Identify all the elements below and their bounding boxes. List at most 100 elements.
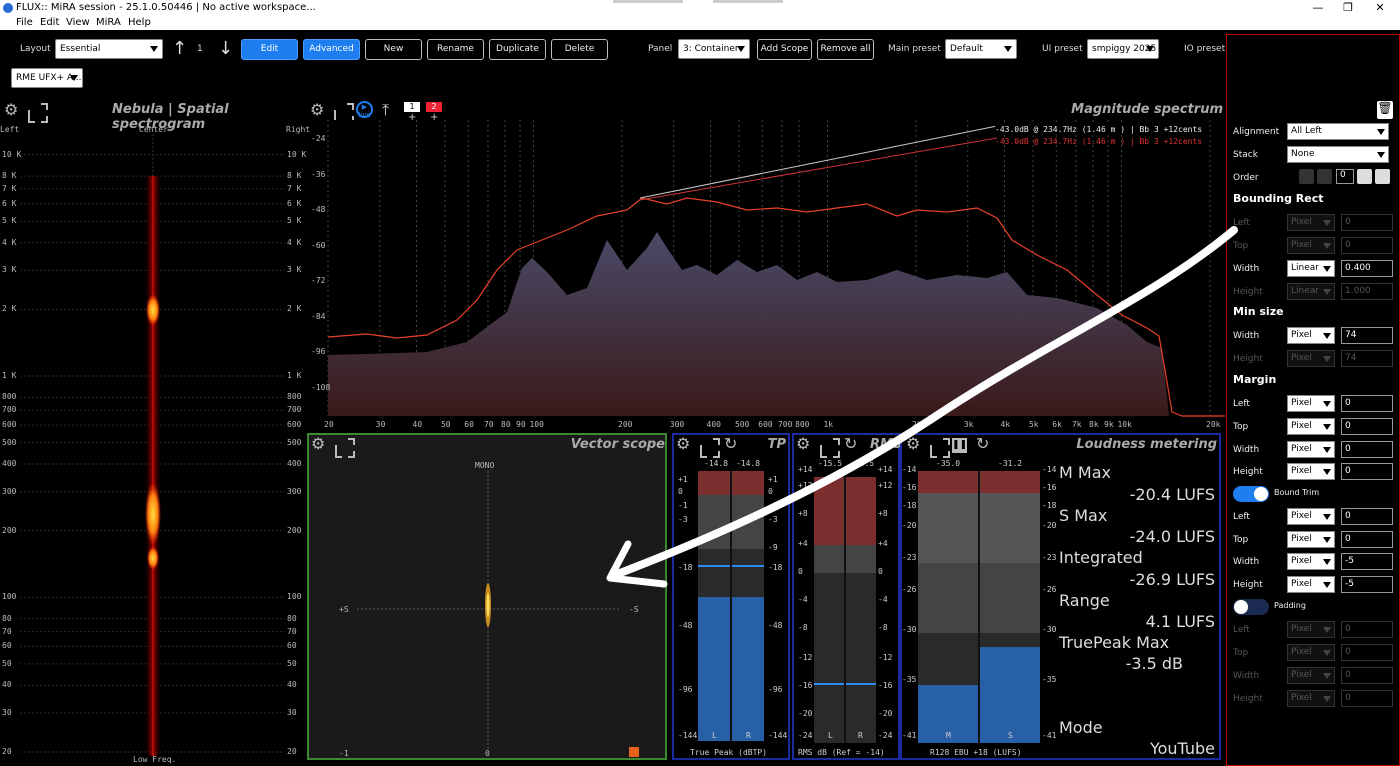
pad-left-input[interactable]: 0 — [1341, 621, 1393, 638]
bt-height-label: Height — [1233, 580, 1263, 590]
add-scope-button[interactable]: Add Scope — [757, 39, 812, 60]
gear-icon[interactable]: ⚙ — [310, 102, 324, 118]
bring-to-front-icon[interactable] — [1375, 169, 1390, 184]
margin-top-unit[interactable]: Pixel — [1287, 418, 1335, 435]
stack-select[interactable]: None — [1287, 146, 1389, 163]
pad-height-input[interactable]: 0 — [1341, 690, 1393, 707]
close-button[interactable]: ✕ — [1366, 0, 1394, 16]
pause-icon[interactable]: ❚❚ — [952, 438, 967, 453]
reset-icon[interactable]: ↻ — [724, 436, 737, 452]
padding-toggle[interactable] — [1233, 599, 1269, 615]
live-button[interactable]: ▶ live — [356, 101, 373, 119]
advanced-button[interactable]: Advanced — [303, 39, 360, 60]
gear-icon[interactable]: ⚙ — [676, 436, 690, 452]
unit-value: Pixel — [1291, 353, 1312, 363]
margin-height-input[interactable]: 0 — [1341, 463, 1393, 480]
gear-icon[interactable]: ⚙ — [4, 102, 18, 118]
nebula-tick-right: 300 — [287, 486, 302, 496]
bt-left-unit[interactable]: Pixel — [1287, 508, 1335, 525]
spectrum-x-tick: 70 — [483, 420, 494, 429]
br-height-unit[interactable]: Linear — [1287, 283, 1335, 300]
send-to-back-icon[interactable] — [1299, 169, 1314, 184]
br-width-unit[interactable]: Linear — [1287, 260, 1335, 277]
drag-handle[interactable] — [713, 0, 783, 3]
gear-icon[interactable]: ⚙ — [311, 436, 325, 452]
bt-top-input[interactable]: 0 — [1341, 531, 1393, 548]
edit-button[interactable]: Edit — [241, 39, 298, 60]
pad-width-unit[interactable]: Pixel — [1287, 667, 1335, 684]
trash-icon[interactable]: 🗑 — [1377, 101, 1393, 119]
gear-icon[interactable]: ⚙ — [906, 436, 920, 452]
bound-trim-toggle[interactable] — [1233, 486, 1269, 502]
menu-mira[interactable]: MiRA — [96, 17, 121, 28]
pad-left-unit[interactable]: Pixel — [1287, 621, 1335, 638]
margin-left-unit[interactable]: Pixel — [1287, 395, 1335, 412]
fullscreen-icon[interactable] — [28, 103, 44, 119]
br-top-input[interactable]: 0 — [1341, 237, 1393, 254]
margin-top-input[interactable]: 0 — [1341, 418, 1393, 435]
trace-1-badge[interactable]: 1 — [404, 102, 420, 112]
fullscreen-icon[interactable] — [334, 103, 350, 119]
order-input[interactable]: 0 — [1336, 169, 1354, 184]
nebula-tick-right: 400 — [287, 459, 302, 469]
br-width-input[interactable]: 0.400 — [1341, 260, 1393, 277]
bt-width-unit[interactable]: Pixel — [1287, 553, 1335, 570]
pad-top-input[interactable]: 0 — [1341, 644, 1393, 661]
margin-height-unit[interactable]: Pixel — [1287, 463, 1335, 480]
meter-tick-right: -8 — [878, 623, 888, 632]
fullscreen-icon[interactable] — [930, 438, 946, 454]
pad-height-unit[interactable]: Pixel — [1287, 690, 1335, 707]
gear-icon[interactable]: ⚙ — [796, 436, 810, 452]
alignment-select[interactable]: All Left — [1287, 123, 1389, 140]
remove-all-button[interactable]: Remove all — [817, 39, 874, 60]
fullscreen-icon[interactable] — [700, 438, 716, 454]
fullscreen-icon[interactable] — [335, 438, 351, 454]
br-left-input[interactable]: 0 — [1341, 214, 1393, 231]
tp-panel: ⚙ ↻ TP -14.8 -14.8 +1 +1 0 0 -1 -1 -3 -3 -9 -9 -18… — [672, 433, 790, 760]
ui-preset-select[interactable]: smpiggy 2025 — [1087, 39, 1159, 59]
minimize-button[interactable]: — — [1304, 0, 1332, 16]
delete-button[interactable]: Delete — [551, 39, 608, 60]
menu-edit[interactable]: Edit — [40, 17, 59, 28]
arrow-down-icon[interactable]: ↓ — [218, 38, 233, 59]
fullscreen-icon[interactable] — [820, 438, 836, 454]
pin-top-icon[interactable]: ⤒ — [382, 100, 389, 120]
br-top-unit[interactable]: Pixel — [1287, 237, 1335, 254]
bring-forward-icon[interactable] — [1357, 169, 1372, 184]
margin-width-unit[interactable]: Pixel — [1287, 441, 1335, 458]
margin-left-input[interactable]: 0 — [1341, 395, 1393, 412]
duplicate-button[interactable]: Duplicate — [489, 39, 546, 60]
bt-height-input[interactable]: -5 — [1341, 576, 1393, 593]
arrow-up-icon[interactable]: ↑ — [172, 38, 187, 59]
min-height-input[interactable]: 74 — [1341, 350, 1393, 367]
margin-width-input[interactable]: 0 — [1341, 441, 1393, 458]
new-button[interactable]: New — [365, 39, 422, 60]
bt-height-unit[interactable]: Pixel — [1287, 576, 1335, 593]
br-left-unit[interactable]: Pixel — [1287, 214, 1335, 231]
menu-view[interactable]: View — [66, 17, 90, 28]
main-preset-select[interactable]: Default — [945, 39, 1017, 59]
rename-button[interactable]: Rename — [427, 39, 484, 60]
restore-button[interactable]: ❐ — [1334, 0, 1362, 16]
panel-select[interactable]: 3: Container — [678, 39, 750, 59]
reset-icon[interactable]: ↻ — [844, 436, 857, 452]
trace-2-badge[interactable]: 2 — [426, 102, 442, 112]
min-width-input[interactable]: 74 — [1341, 327, 1393, 344]
io-device-select[interactable]: RME UFX+ A... — [11, 68, 83, 88]
bt-left-input[interactable]: 0 — [1341, 508, 1393, 525]
min-width-unit[interactable]: Pixel — [1287, 327, 1335, 344]
drag-handle[interactable] — [613, 0, 683, 3]
br-height-input[interactable]: 1.000 — [1341, 283, 1393, 300]
min-height-unit[interactable]: Pixel — [1287, 350, 1335, 367]
bt-width-input[interactable]: -5 — [1341, 553, 1393, 570]
send-backward-icon[interactable] — [1317, 169, 1332, 184]
meter-tick-left: 0 — [678, 487, 683, 496]
menu-help[interactable]: Help — [128, 17, 151, 28]
bt-top-unit[interactable]: Pixel — [1287, 531, 1335, 548]
layout-select[interactable]: Essential — [55, 39, 163, 59]
mode-value[interactable]: YouTube — [1150, 739, 1215, 758]
pad-width-input[interactable]: 0 — [1341, 667, 1393, 684]
menu-file[interactable]: File — [16, 17, 33, 28]
reset-icon[interactable]: ↻ — [976, 436, 989, 452]
pad-top-unit[interactable]: Pixel — [1287, 644, 1335, 661]
